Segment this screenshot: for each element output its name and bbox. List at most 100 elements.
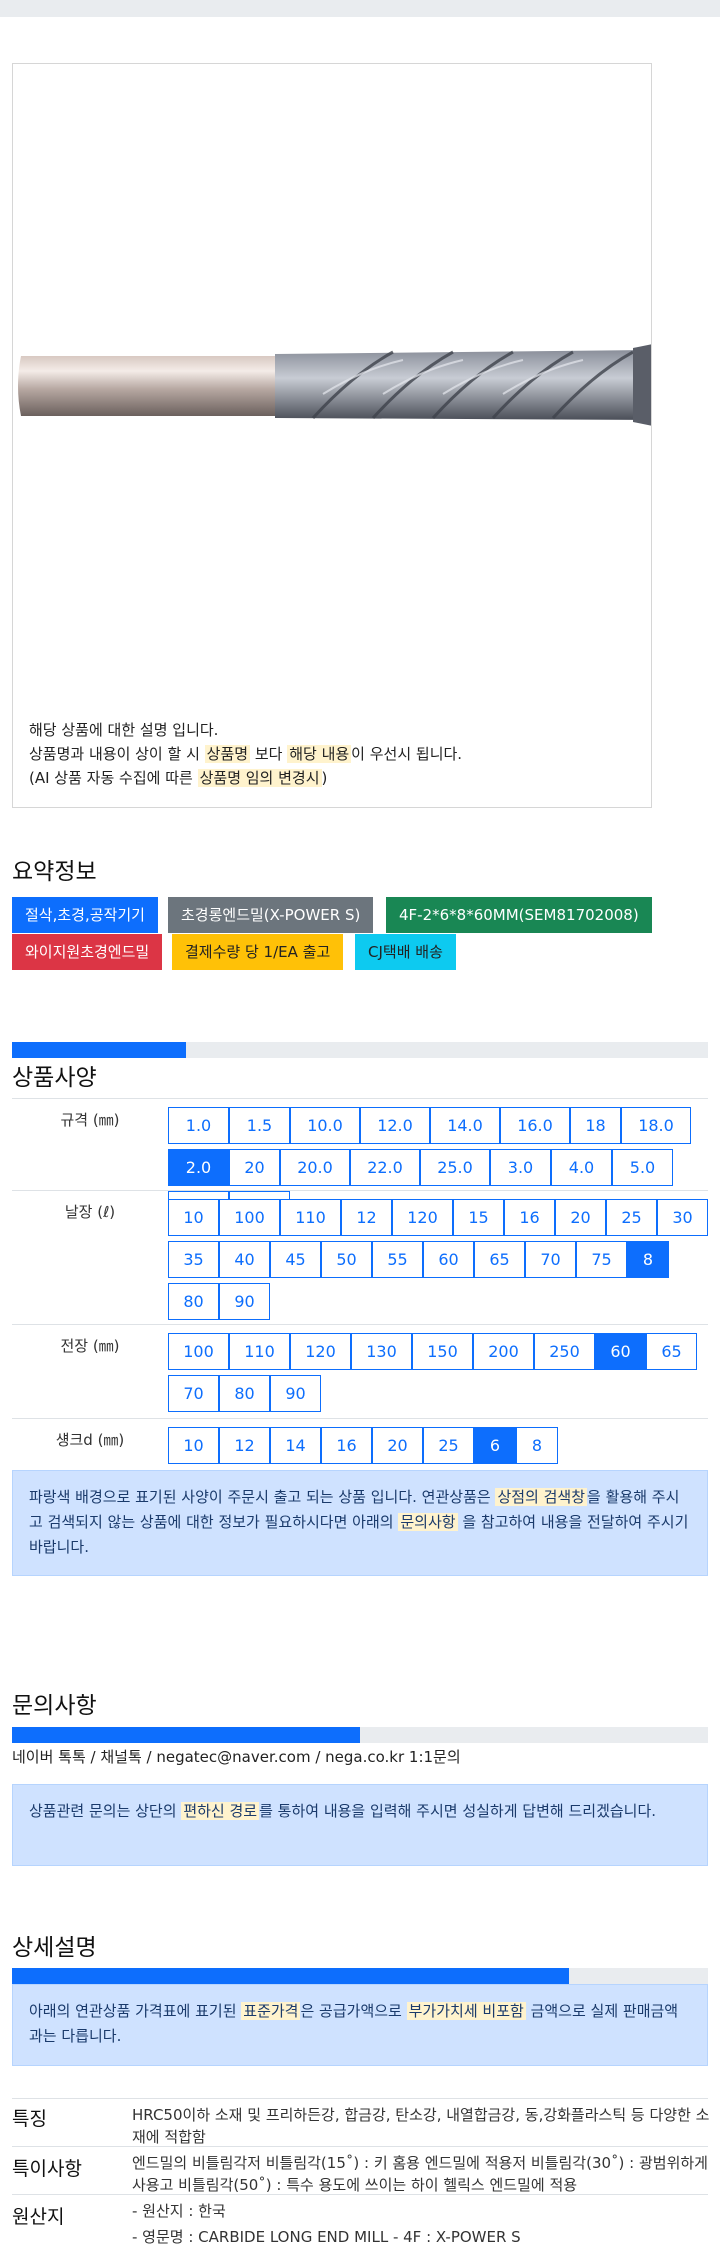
spec-option-button[interactable]: 10.0 bbox=[290, 1107, 360, 1144]
spec-row-label: 규격 (㎜) bbox=[60, 1111, 120, 1129]
spec-option-button[interactable]: 16.0 bbox=[500, 1107, 570, 1144]
summary-badge: 4F-2*6*8*60MM(SEM81702008) bbox=[386, 897, 652, 933]
desc-line-2: 상품명과 내용이 상이 할 시 상품명 보다 해당 내용 이 우선시 됩니다. bbox=[29, 745, 463, 763]
spec-row: 전장 (㎜) 100 110 120 130 150 200 250 60 65 70 80 90 bbox=[12, 1324, 708, 1418]
spec-option-button[interactable]: 200 bbox=[473, 1333, 534, 1370]
desc-line-3: (AI 상품 자동 수집에 따른 상품명 임의 변경시) bbox=[29, 769, 328, 787]
feature-separator bbox=[12, 2146, 708, 2147]
feature-separator bbox=[12, 2098, 708, 2099]
spec-option-button[interactable]: 10 bbox=[168, 1427, 219, 1464]
spec-option-button[interactable]: 100 bbox=[219, 1199, 280, 1236]
spec-progress bbox=[12, 1042, 708, 1058]
spec-row: 규격 (㎜) 1.0 1.5 10.0 12.0 14.0 16.0 18 18.0 2.0 20 2… bbox=[12, 1098, 708, 1228]
spec-notice: 파랑색 배경으로 표기된 사양이 주문시 출고 되는 상품 입니다. 연관상품은… bbox=[12, 1470, 708, 1576]
spec-option-button[interactable]: 100 bbox=[168, 1333, 229, 1370]
feature-label: 특이사항 bbox=[12, 2158, 82, 2180]
inquiry-title: 문의사항 bbox=[12, 1693, 97, 1719]
spec-option-button[interactable]: 35 bbox=[168, 1241, 219, 1278]
spec-option-button[interactable]: 12.0 bbox=[360, 1107, 430, 1144]
product-image-frame: 해당 상품에 대한 설명 입니다. 상품명과 내용이 상이 할 시 상품명 보다… bbox=[12, 63, 652, 808]
spec-option-button[interactable]: 110 bbox=[280, 1199, 341, 1236]
feature-text: 엔드밀의 비틀림각저 비틀림각(15˚) : 키 홈용 엔드밀에 적용저 비틀림… bbox=[132, 2154, 708, 2194]
spec-option-button[interactable]: 1.0 bbox=[168, 1107, 229, 1144]
spec-option-button[interactable]: 3.0 bbox=[490, 1149, 551, 1186]
feature-separator bbox=[12, 2194, 708, 2195]
spec-row: 날장 (ℓ) 10 100 110 12 120 15 16 20 25 30 35 40 45 50 55 6… bbox=[12, 1190, 708, 1324]
spec-option-button[interactable]: 10 bbox=[168, 1199, 219, 1236]
spec-option-button[interactable]: 8 bbox=[516, 1427, 558, 1464]
spec-option-button[interactable]: 4.0 bbox=[551, 1149, 612, 1186]
spec-option-button[interactable]: 12 bbox=[219, 1427, 270, 1464]
spec-option-button[interactable]: 90 bbox=[270, 1375, 321, 1412]
feature-text: - 원산지 : 한국 bbox=[132, 2202, 226, 2220]
spec-option-button[interactable]: 120 bbox=[392, 1199, 453, 1236]
spec-option-button[interactable]: 130 bbox=[351, 1333, 412, 1370]
spec-option-button[interactable]: 60 bbox=[423, 1241, 474, 1278]
detail-title: 상세설명 bbox=[12, 1935, 97, 1961]
desc-line-1: 해당 상품에 대한 설명 입니다. bbox=[29, 721, 219, 739]
spec-option-button[interactable]: 120 bbox=[290, 1333, 351, 1370]
spec-option-button[interactable]: 110 bbox=[229, 1333, 290, 1370]
spec-option-button[interactable]: 90 bbox=[219, 1283, 270, 1320]
summary-badge: CJ택배 배송 bbox=[355, 934, 456, 970]
summary-badge: 와이지원초경엔드밀 bbox=[12, 934, 163, 970]
feature-label: 원산지 bbox=[12, 2206, 65, 2228]
spec-title: 상품사양 bbox=[12, 1065, 97, 1091]
spec-row: 섕크d (㎜) 10 12 14 16 20 25 6 8 bbox=[12, 1418, 708, 1468]
spec-option-button[interactable]: 70 bbox=[525, 1241, 576, 1278]
spec-option-button[interactable]: 14 bbox=[270, 1427, 321, 1464]
spec-option-button[interactable]: 18 bbox=[570, 1107, 621, 1144]
spec-option-button[interactable]: 60 bbox=[595, 1333, 646, 1370]
spec-option-button[interactable]: 80 bbox=[168, 1283, 219, 1320]
spec-option-button[interactable]: 45 bbox=[270, 1241, 321, 1278]
spec-row-label: 날장 (ℓ) bbox=[64, 1203, 116, 1221]
spec-option-button[interactable]: 250 bbox=[534, 1333, 595, 1370]
spec-option-button[interactable]: 2.0 bbox=[168, 1149, 229, 1186]
spec-option-button[interactable]: 6 bbox=[474, 1427, 516, 1464]
product-description: 해당 상품에 대한 설명 입니다. 상품명과 내용이 상이 할 시 상품명 보다… bbox=[29, 718, 462, 790]
spec-option-button[interactable]: 18.0 bbox=[621, 1107, 691, 1144]
spec-option-button[interactable]: 20 bbox=[555, 1199, 606, 1236]
feature-text: HRC50이하 소재 및 프리하든강, 합금강, 탄소강, 내열합금강, 동,강… bbox=[132, 2106, 710, 2146]
detail-notice: 아래의 연관상품 가격표에 표기된 표준가격 은 공급가액으로 부가가치세 비포함… bbox=[12, 1984, 708, 2066]
spec-option-button[interactable]: 5.0 bbox=[612, 1149, 673, 1186]
spec-option-button[interactable]: 8 bbox=[627, 1241, 669, 1278]
end-mill-image bbox=[18, 344, 651, 426]
feature-label: 특징 bbox=[12, 2108, 47, 2130]
spec-option-button[interactable]: 15 bbox=[453, 1199, 504, 1236]
detail-progress bbox=[12, 1968, 708, 1984]
spec-option-button[interactable]: 40 bbox=[219, 1241, 270, 1278]
spec-option-button[interactable]: 20 bbox=[229, 1149, 280, 1186]
spec-option-button[interactable]: 55 bbox=[372, 1241, 423, 1278]
spec-option-button[interactable]: 1.5 bbox=[229, 1107, 290, 1144]
spec-option-button[interactable]: 14.0 bbox=[430, 1107, 500, 1144]
spec-option-button[interactable]: 16 bbox=[321, 1427, 372, 1464]
spec-option-button[interactable]: 65 bbox=[474, 1241, 525, 1278]
top-bar bbox=[0, 0, 720, 17]
spec-row-label: 전장 (㎜) bbox=[60, 1337, 120, 1355]
inquiry-notice: 상품관련 문의는 상단의 편하신 경로 를 통하여 내용을 입력해 주시면 성실하… bbox=[12, 1784, 708, 1866]
spec-option-button[interactable]: 50 bbox=[321, 1241, 372, 1278]
spec-option-button[interactable]: 25 bbox=[423, 1427, 474, 1464]
spec-option-button[interactable]: 75 bbox=[576, 1241, 627, 1278]
spec-row-label: 섕크d (㎜) bbox=[55, 1431, 125, 1449]
feature-text: - 영문명 : CARBIDE LONG END MILL - 4F : X-P… bbox=[132, 2228, 521, 2246]
summary-badge: 초경롱엔드밀(X-POWER S) bbox=[168, 897, 374, 933]
spec-option-button[interactable]: 25.0 bbox=[420, 1149, 490, 1186]
spec-option-button[interactable]: 20.0 bbox=[280, 1149, 350, 1186]
spec-option-button[interactable]: 65 bbox=[646, 1333, 697, 1370]
spec-option-button[interactable]: 70 bbox=[168, 1375, 219, 1412]
spec-option-button[interactable]: 12 bbox=[341, 1199, 392, 1236]
inquiry-contacts[interactable]: 네이버 톡톡 / 채널톡 / negatec@naver.com / nega.… bbox=[12, 1746, 461, 1767]
summary-badge: 결제수량 당 1/EA 출고 bbox=[172, 934, 344, 970]
spec-option-button[interactable]: 150 bbox=[412, 1333, 473, 1370]
spec-option-button[interactable]: 80 bbox=[219, 1375, 270, 1412]
spec-option-button[interactable]: 22.0 bbox=[350, 1149, 420, 1186]
spec-option-button[interactable]: 25 bbox=[606, 1199, 657, 1236]
spec-option-button[interactable]: 30 bbox=[657, 1199, 708, 1236]
spec-option-button[interactable]: 16 bbox=[504, 1199, 555, 1236]
summary-badge: 절삭,초경,공작기기 bbox=[12, 897, 158, 933]
spec-option-button[interactable]: 20 bbox=[372, 1427, 423, 1464]
inquiry-progress bbox=[12, 1727, 708, 1743]
summary-title: 요약정보 bbox=[12, 859, 97, 885]
